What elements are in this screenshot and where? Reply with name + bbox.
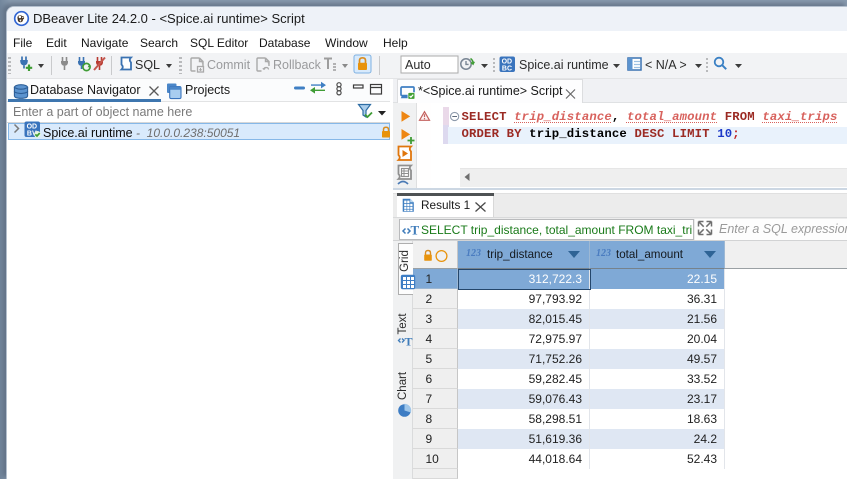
svg-text:OD: OD	[27, 124, 37, 131]
svg-text:T: T	[405, 335, 413, 349]
svg-text:OD: OD	[502, 59, 512, 66]
svg-text:BC: BC	[502, 66, 512, 73]
svg-text:T: T	[411, 223, 420, 238]
